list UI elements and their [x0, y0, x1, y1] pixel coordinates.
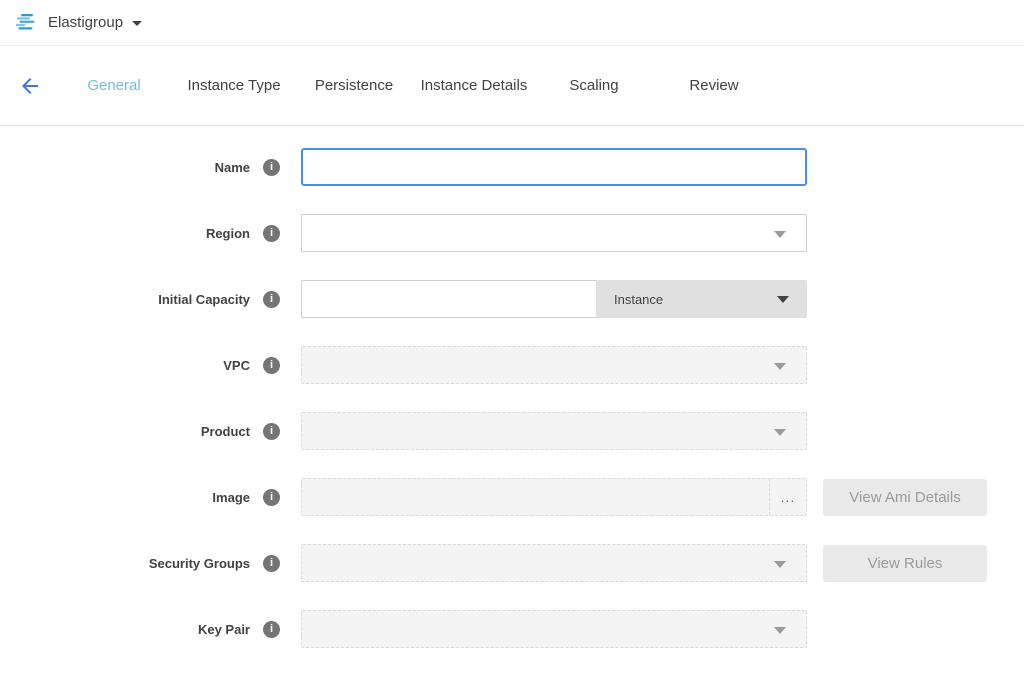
form-row-security-groups: Security Groups i View Rules	[0, 544, 1024, 582]
image-label: Image	[0, 490, 250, 505]
key-pair-select	[301, 610, 807, 648]
region-select[interactable]	[301, 214, 807, 252]
elastigroup-logo-icon	[14, 11, 38, 35]
name-field-wrap	[301, 148, 807, 186]
form-row-initial-capacity: Initial Capacity i Instance	[0, 280, 1024, 318]
chevron-down-icon	[774, 363, 786, 370]
view-ami-details-button: View Ami Details	[823, 479, 987, 516]
initial-capacity-input[interactable]	[301, 280, 596, 318]
initial-capacity-field-wrap: Instance	[301, 280, 807, 318]
top-header: Elastigroup	[0, 0, 1024, 46]
product-label: Product	[0, 424, 250, 439]
key-pair-label: Key Pair	[0, 622, 250, 637]
image-value	[302, 479, 769, 515]
region-label: Region	[0, 226, 250, 241]
chevron-down-icon	[777, 296, 789, 303]
chevron-down-icon	[774, 561, 786, 568]
form-row-key-pair: Key Pair i	[0, 610, 1024, 648]
image-field: ...	[301, 478, 807, 516]
security-groups-select	[301, 544, 807, 582]
browse-image-button: ...	[769, 479, 806, 515]
info-icon[interactable]: i	[263, 357, 280, 374]
form-row-product: Product i	[0, 412, 1024, 450]
tab-instance-details[interactable]: Instance Details	[414, 77, 534, 94]
form-row-image: Image i ... View Ami Details	[0, 478, 1024, 516]
security-groups-label: Security Groups	[0, 556, 250, 571]
info-icon[interactable]: i	[263, 423, 280, 440]
name-label: Name	[0, 160, 250, 175]
vpc-label: VPC	[0, 358, 250, 373]
tab-review[interactable]: Review	[654, 77, 774, 94]
form-row-vpc: VPC i	[0, 346, 1024, 384]
tab-persistence[interactable]: Persistence	[294, 77, 414, 94]
form-row-region: Region i	[0, 214, 1024, 252]
capacity-unit-value: Instance	[614, 292, 663, 307]
tab-scaling[interactable]: Scaling	[534, 77, 654, 94]
arrow-left-icon[interactable]	[18, 74, 42, 98]
info-icon[interactable]: i	[263, 489, 280, 506]
chevron-down-icon	[774, 231, 786, 238]
name-input[interactable]	[301, 148, 807, 186]
chevron-down-icon	[774, 429, 786, 436]
product-select	[301, 412, 807, 450]
chevron-down-icon	[774, 627, 786, 634]
info-icon[interactable]: i	[263, 159, 280, 176]
caret-down-icon[interactable]	[132, 21, 142, 26]
view-rules-button: View Rules	[823, 545, 987, 582]
wizard-tabbar: General Instance Type Persistence Instan…	[0, 46, 1024, 126]
tab-instance-type[interactable]: Instance Type	[174, 77, 294, 94]
form-row-name: Name i	[0, 148, 1024, 186]
info-icon[interactable]: i	[263, 225, 280, 242]
wizard-tabs: General Instance Type Persistence Instan…	[54, 77, 774, 94]
tab-general[interactable]: General	[54, 77, 174, 94]
vpc-select	[301, 346, 807, 384]
app-switcher-label[interactable]: Elastigroup	[48, 14, 123, 31]
capacity-unit-select[interactable]: Instance	[596, 280, 807, 318]
info-icon[interactable]: i	[263, 621, 280, 638]
general-settings-form: Name i Region i Initial Capacity i Insta…	[0, 126, 1024, 648]
info-icon[interactable]: i	[263, 291, 280, 308]
initial-capacity-label: Initial Capacity	[0, 292, 250, 307]
info-icon[interactable]: i	[263, 555, 280, 572]
